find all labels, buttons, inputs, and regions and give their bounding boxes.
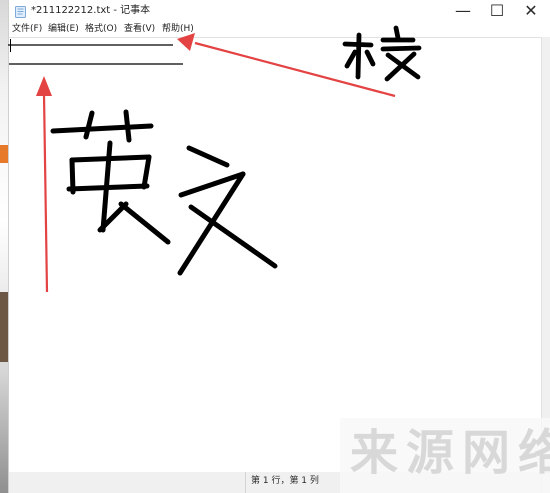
menu-format[interactable]: 格式(O) (85, 22, 117, 37)
text-caret (10, 39, 11, 52)
desktop-background-strip (0, 0, 8, 493)
menu-bar: 文件(F) 编辑(E) 格式(O) 查看(V) 帮助(H) (9, 22, 550, 37)
watermark: 来源网络 (340, 418, 550, 493)
screen: *211122212.txt - 记事本 — ☐ ✕ 文件(F) 编辑(E) 格… (0, 0, 550, 493)
menu-help[interactable]: 帮助(H) (162, 22, 194, 37)
vertical-scrollbar[interactable] (541, 37, 550, 472)
close-icon: ✕ (524, 1, 538, 20)
close-button[interactable]: ✕ (514, 0, 548, 22)
watermark-text: 来源网络 (350, 425, 550, 481)
desktop-orange-accent (0, 145, 8, 163)
minimize-button[interactable]: — (446, 0, 480, 22)
window-title: *211122212.txt - 记事本 (31, 5, 151, 16)
text-editor[interactable] (9, 37, 541, 472)
title-bar[interactable]: *211122212.txt - 记事本 — ☐ ✕ (9, 0, 550, 22)
menu-edit[interactable]: 编辑(E) (48, 22, 79, 37)
maximize-button[interactable]: ☐ (480, 0, 514, 22)
menu-file[interactable]: 文件(F) (12, 22, 42, 37)
notepad-icon (14, 4, 27, 18)
desktop-brown-accent (0, 292, 8, 362)
status-separator (245, 472, 246, 493)
cursor-position: 第 1 行，第 1 列 (251, 476, 319, 486)
maximize-icon: ☐ (489, 1, 505, 20)
menu-view[interactable]: 查看(V) (124, 22, 155, 37)
minimize-icon: — (455, 1, 471, 20)
